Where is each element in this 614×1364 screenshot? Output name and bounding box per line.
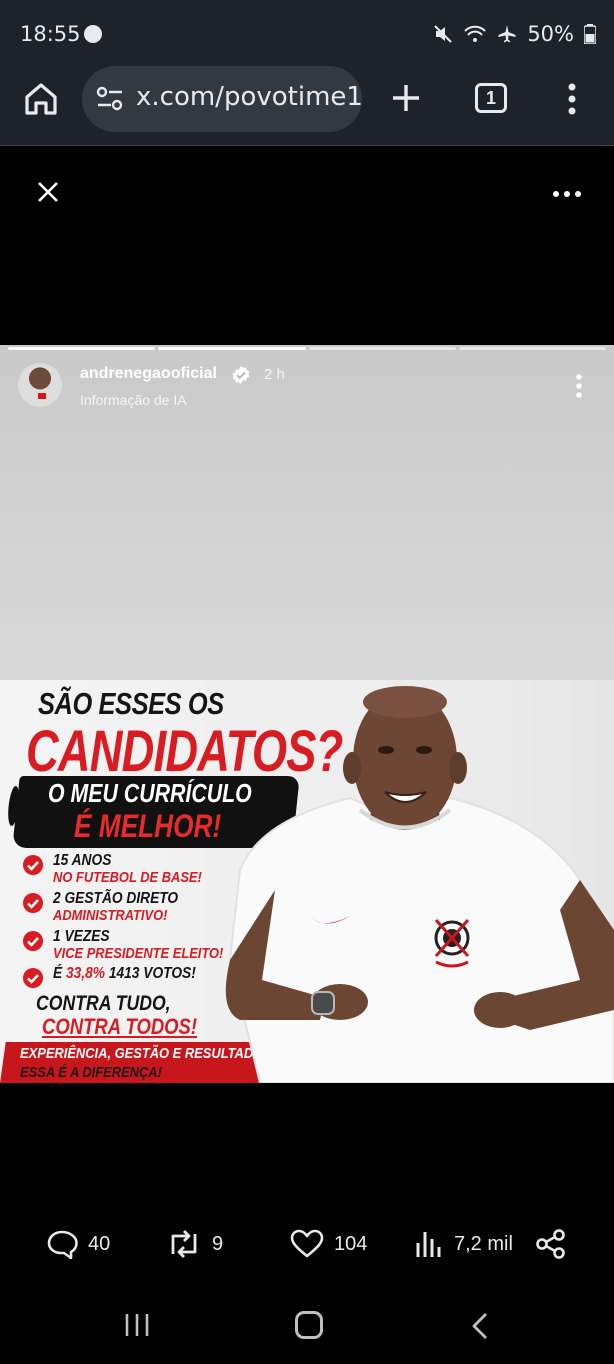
campaign-poster: SÃO ESSES OS CANDIDATOS? O MEU CURRÍCULO… — [0, 680, 614, 1083]
tabs-icon[interactable]: 1 — [475, 83, 507, 113]
bullet-prefix: É — [53, 965, 67, 982]
system-nav-bar — [0, 1290, 614, 1364]
avatar[interactable] — [18, 363, 62, 407]
views-button[interactable]: 7,2 mil — [414, 1222, 513, 1266]
poster-contra-line2: CONTRA TODOS! — [42, 1014, 198, 1039]
poster-contra-line1: CONTRA TUDO, — [36, 992, 171, 1015]
post-actions: 40 9 104 7,2 mil — [0, 1222, 614, 1266]
bullet-line2: ADMINISTRATIVO! — [53, 907, 168, 924]
recents-icon[interactable] — [124, 1312, 150, 1338]
story-timestamp: 2 h — [264, 366, 285, 383]
like-button[interactable]: 104 — [290, 1222, 367, 1266]
airplane-icon — [498, 25, 516, 43]
poster-headline-top: SÃO ESSES OS — [38, 686, 224, 721]
share-icon — [536, 1229, 565, 1259]
progress-segment — [8, 347, 156, 350]
vote-percent: 33,8% — [66, 965, 106, 982]
views-count: 7,2 mil — [454, 1232, 513, 1255]
views-icon — [416, 1232, 441, 1257]
check-circle-icon — [23, 931, 43, 951]
repost-button[interactable]: 9 — [166, 1222, 223, 1266]
repost-count: 9 — [212, 1232, 224, 1255]
verified-icon — [232, 366, 250, 384]
story-username[interactable]: andrenegaooficial — [80, 365, 217, 383]
reply-count: 40 — [88, 1232, 111, 1255]
more-vert-icon[interactable] — [566, 82, 578, 116]
browser-toolbar: x.com/povotime1 1 — [0, 66, 614, 146]
data-saver-icon — [84, 25, 102, 43]
plus-icon[interactable] — [390, 82, 422, 114]
check-circle-icon — [23, 893, 43, 913]
like-icon — [290, 1229, 324, 1258]
site-info-icon[interactable] — [96, 86, 124, 112]
bullet-line1: 15 ANOS — [53, 852, 112, 869]
progress-segment — [308, 347, 456, 350]
back-icon[interactable] — [470, 1312, 490, 1340]
url-text: x.com/povotime1 — [136, 82, 362, 112]
share-button[interactable] — [536, 1222, 566, 1266]
nav-home-icon[interactable] — [295, 1311, 323, 1339]
check-circle-icon — [23, 855, 43, 875]
status-icons: 50% — [433, 22, 596, 46]
mute-icon — [434, 25, 453, 43]
check-circle-icon — [23, 968, 43, 988]
like-count: 104 — [334, 1232, 368, 1255]
battery-percent: 50% — [527, 22, 574, 46]
candidate-photo — [225, 686, 614, 1083]
bullet-line2: NO FUTEBOL DE BASE! — [53, 869, 202, 886]
home-icon[interactable] — [22, 80, 60, 118]
more-horiz-icon[interactable] — [552, 190, 582, 198]
bullet-line1: 2 GESTÃO DIRETO — [53, 890, 179, 907]
bullet-suffix: 1413 VOTOS! — [105, 965, 196, 982]
reply-button[interactable]: 40 — [46, 1222, 110, 1266]
reply-icon — [47, 1230, 78, 1259]
poster-banner-line2: ESSA É A DIFERENÇA! — [20, 1064, 162, 1081]
bullet-line1: É 33,8% 1413 VOTOS! — [53, 965, 196, 983]
story-more-icon[interactable] — [575, 373, 583, 399]
address-bar[interactable]: x.com/povotime1 — [82, 66, 362, 132]
status-bar: 18:55 50% — [0, 0, 614, 66]
progress-segment — [158, 347, 306, 350]
bullet-line1: 1 VEZES — [53, 928, 110, 945]
battery-icon — [584, 24, 596, 44]
progress-segment — [458, 347, 606, 350]
bullet-line2: VICE PRESIDENTE ELEITO! — [53, 945, 224, 962]
close-icon[interactable] — [36, 180, 60, 204]
story-progress — [8, 347, 606, 351]
wifi-icon — [464, 25, 487, 42]
story-header-area — [0, 147, 614, 345]
ai-info-label[interactable]: Informação de IA — [80, 392, 187, 408]
status-time: 18:55 — [20, 22, 81, 46]
repost-icon — [171, 1230, 197, 1258]
